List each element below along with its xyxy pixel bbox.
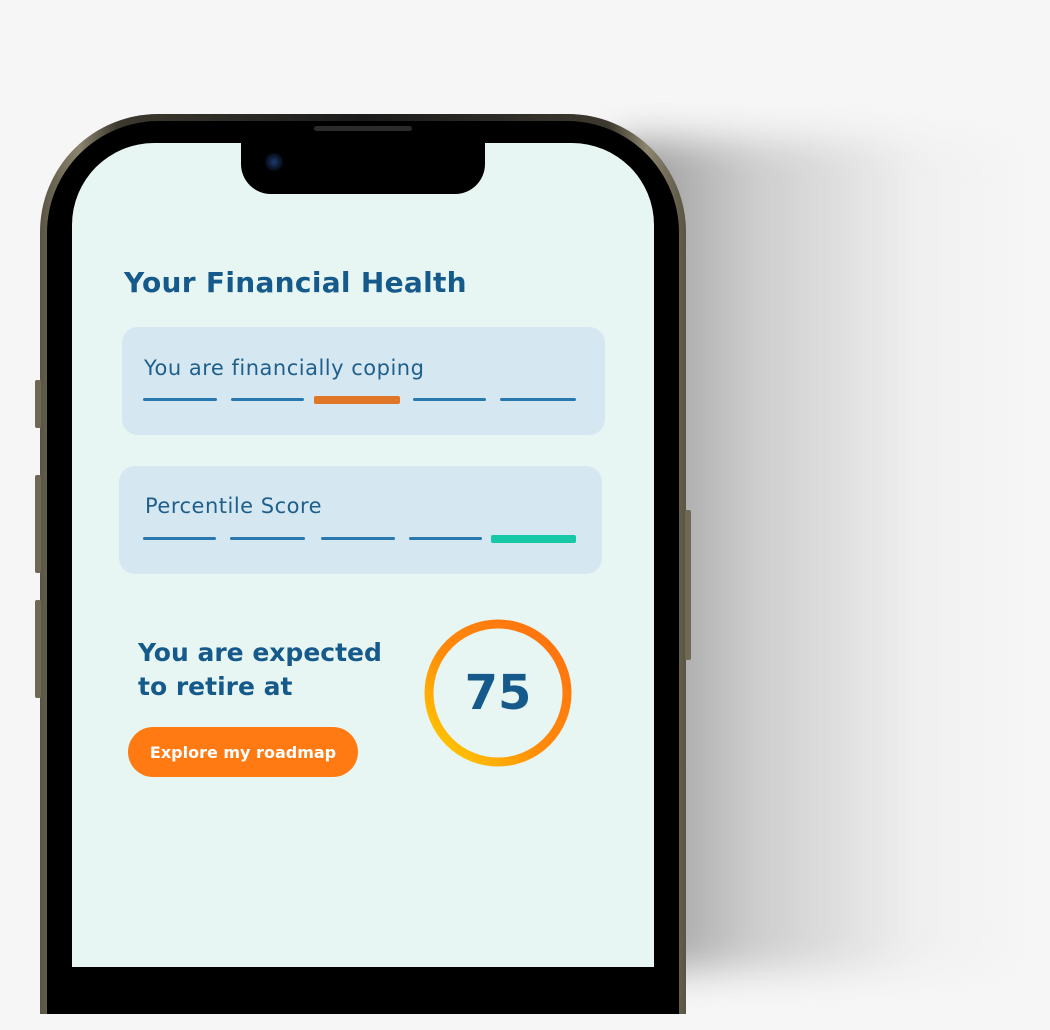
status-segment-3-active <box>314 396 400 404</box>
status-segment-4 <box>413 398 486 401</box>
explore-roadmap-button[interactable]: Explore my roadmap <box>128 727 358 777</box>
silent-switch <box>35 380 41 428</box>
status-segment-2 <box>231 398 304 401</box>
retirement-heading: You are expected to retire at <box>138 636 428 704</box>
percentile-label: Percentile Score <box>145 494 323 518</box>
percentile-segment-3 <box>321 537 395 540</box>
front-camera-icon <box>265 153 283 171</box>
power-button <box>685 510 691 660</box>
percentile-segment-4 <box>409 537 482 540</box>
retirement-heading-line1: You are expected <box>138 638 382 667</box>
percentile-segment-5-active <box>491 535 576 543</box>
status-segment-1 <box>143 398 217 401</box>
page-title: Your Financial Health <box>124 266 467 299</box>
financial-status-card <box>122 327 605 435</box>
financial-status-label: You are financially coping <box>144 356 425 380</box>
percentile-card <box>119 466 602 574</box>
status-segment-5 <box>500 398 576 401</box>
volume-down-button <box>35 600 41 698</box>
retirement-age-value: 75 <box>464 665 532 721</box>
volume-up-button <box>35 475 41 573</box>
speaker-grille <box>314 126 412 131</box>
percentile-segment-2 <box>230 537 305 540</box>
percentile-segment-1 <box>143 537 216 540</box>
retirement-heading-line2: to retire at <box>138 672 293 701</box>
